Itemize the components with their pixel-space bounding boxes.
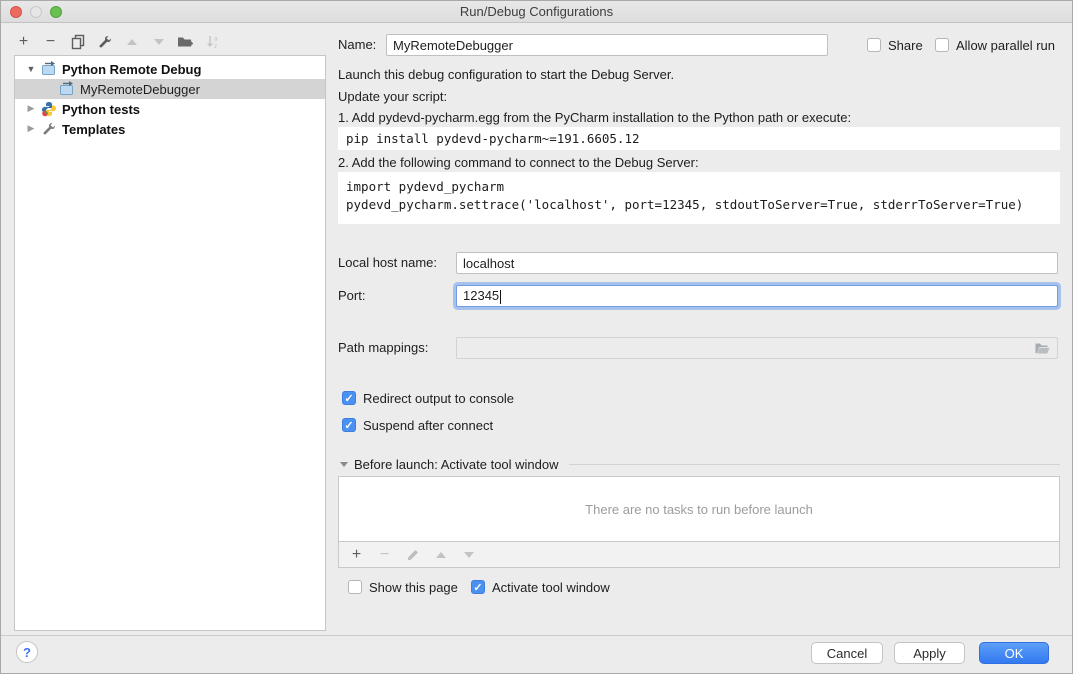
tree-item-label: Templates (62, 122, 125, 137)
settrace-command[interactable]: import pydevd_pycharm pydevd_pycharm.set… (338, 172, 1060, 224)
remote-debug-icon (41, 61, 57, 77)
instructions-line1: Launch this debug configuration to start… (338, 67, 674, 82)
path-mappings-input[interactable] (456, 337, 1058, 359)
titlebar: Run/Debug Configurations (1, 1, 1072, 23)
allow-parallel-run-checkbox[interactable] (935, 38, 949, 52)
port-input[interactable]: 12345 (456, 285, 1058, 307)
add-task-icon[interactable]: + (348, 546, 365, 563)
python-icon (41, 101, 57, 117)
settrace-line1: import pydevd_pycharm (346, 178, 1052, 196)
text-caret (500, 290, 501, 304)
show-this-page-checkbox-row[interactable]: Show this page (348, 579, 458, 595)
remove-task-icon: − (376, 546, 393, 563)
no-tasks-message: There are no tasks to run before launch (585, 502, 813, 517)
name-label: Name: (338, 34, 376, 56)
zoom-window-button[interactable] (50, 6, 62, 18)
name-input[interactable] (386, 34, 828, 56)
tree-item-python-remote-debug[interactable]: ▼ Python Remote Debug (15, 59, 325, 79)
move-task-down-icon (460, 546, 477, 563)
tree-item-python-tests[interactable]: ▶ Python tests (15, 99, 325, 119)
footer-divider (1, 635, 1072, 636)
redirect-output-label: Redirect output to console (363, 391, 514, 406)
pip-install-command[interactable]: pip install pydevd-pycharm~=191.6605.12 (338, 127, 1060, 150)
configurations-toolbar: + − az (15, 32, 221, 52)
remote-debug-icon (59, 81, 75, 97)
tree-item-label: Python Remote Debug (62, 62, 201, 77)
activate-tool-window-checkbox[interactable]: ✓ (471, 580, 485, 594)
suspend-after-connect-label: Suspend after connect (363, 418, 493, 433)
svg-text:z: z (214, 43, 217, 50)
instructions-line2: Update your script: (338, 89, 447, 104)
browse-folder-icon[interactable] (1034, 341, 1051, 356)
instructions-step1: 1. Add pydevd-pycharm.egg from the PyCha… (338, 110, 851, 125)
move-task-up-icon (432, 546, 449, 563)
allow-parallel-run-checkbox-row[interactable]: Allow parallel run (935, 37, 1055, 53)
tree-item-myremotedebugger[interactable]: MyRemoteDebugger (15, 79, 325, 99)
ok-button[interactable]: OK (979, 642, 1049, 664)
tree-item-templates[interactable]: ▶ Templates (15, 119, 325, 139)
cancel-button[interactable]: Cancel (811, 642, 883, 664)
redirect-output-checkbox[interactable]: ✓ (342, 391, 356, 405)
minimize-window-button (30, 6, 42, 18)
settrace-line2: pydevd_pycharm.settrace('localhost', por… (346, 196, 1052, 214)
show-this-page-label: Show this page (369, 580, 458, 595)
new-folder-icon[interactable] (177, 34, 194, 51)
configurations-tree: ▼ Python Remote Debug MyRemoteDebugger ▶… (14, 55, 326, 631)
wrench-icon (41, 121, 57, 137)
add-icon[interactable]: + (15, 34, 32, 51)
port-label: Port: (338, 285, 365, 307)
before-launch-title: Before launch: Activate tool window (354, 457, 559, 472)
show-this-page-checkbox[interactable] (348, 580, 362, 594)
tree-item-label: MyRemoteDebugger (80, 82, 200, 97)
activate-tool-window-label: Activate tool window (492, 580, 610, 595)
collapse-arrow-icon[interactable]: ▶ (26, 123, 36, 135)
close-window-button[interactable] (10, 6, 22, 18)
edit-task-icon (404, 546, 421, 563)
redirect-output-checkbox-row[interactable]: ✓ Redirect output to console (342, 390, 514, 406)
before-launch-toolbar: + − (338, 542, 1060, 568)
suspend-after-connect-checkbox-row[interactable]: ✓ Suspend after connect (342, 417, 493, 433)
move-up-icon (123, 34, 140, 51)
collapse-section-icon[interactable] (340, 462, 348, 467)
edit-templates-icon[interactable] (96, 34, 113, 51)
tree-item-label: Python tests (62, 102, 140, 117)
expand-arrow-icon[interactable]: ▼ (26, 64, 36, 74)
before-launch-task-list[interactable]: There are no tasks to run before launch (338, 476, 1060, 542)
help-button[interactable]: ? (16, 641, 38, 663)
remove-icon[interactable]: − (42, 34, 59, 51)
copy-icon[interactable] (69, 34, 86, 51)
share-checkbox-row[interactable]: Share (867, 37, 923, 53)
allow-parallel-run-label: Allow parallel run (956, 38, 1055, 53)
svg-text:a: a (214, 36, 218, 43)
instructions-step2: 2. Add the following command to connect … (338, 155, 699, 170)
window-title: Run/Debug Configurations (1, 1, 1072, 23)
share-label: Share (888, 38, 923, 53)
share-checkbox[interactable] (867, 38, 881, 52)
local-host-name-input[interactable] (456, 252, 1058, 274)
suspend-after-connect-checkbox[interactable]: ✓ (342, 418, 356, 432)
apply-button[interactable]: Apply (894, 642, 965, 664)
move-down-icon (150, 34, 167, 51)
before-launch-header[interactable]: Before launch: Activate tool window (340, 457, 1060, 472)
run-debug-configurations-dialog: Run/Debug Configurations + − az ▼ (0, 0, 1073, 674)
local-host-name-label: Local host name: (338, 252, 437, 274)
activate-tool-window-checkbox-row[interactable]: ✓ Activate tool window (471, 579, 610, 595)
path-mappings-label: Path mappings: (338, 337, 428, 359)
collapse-arrow-icon[interactable]: ▶ (26, 103, 36, 115)
sort-icon: az (204, 34, 221, 51)
